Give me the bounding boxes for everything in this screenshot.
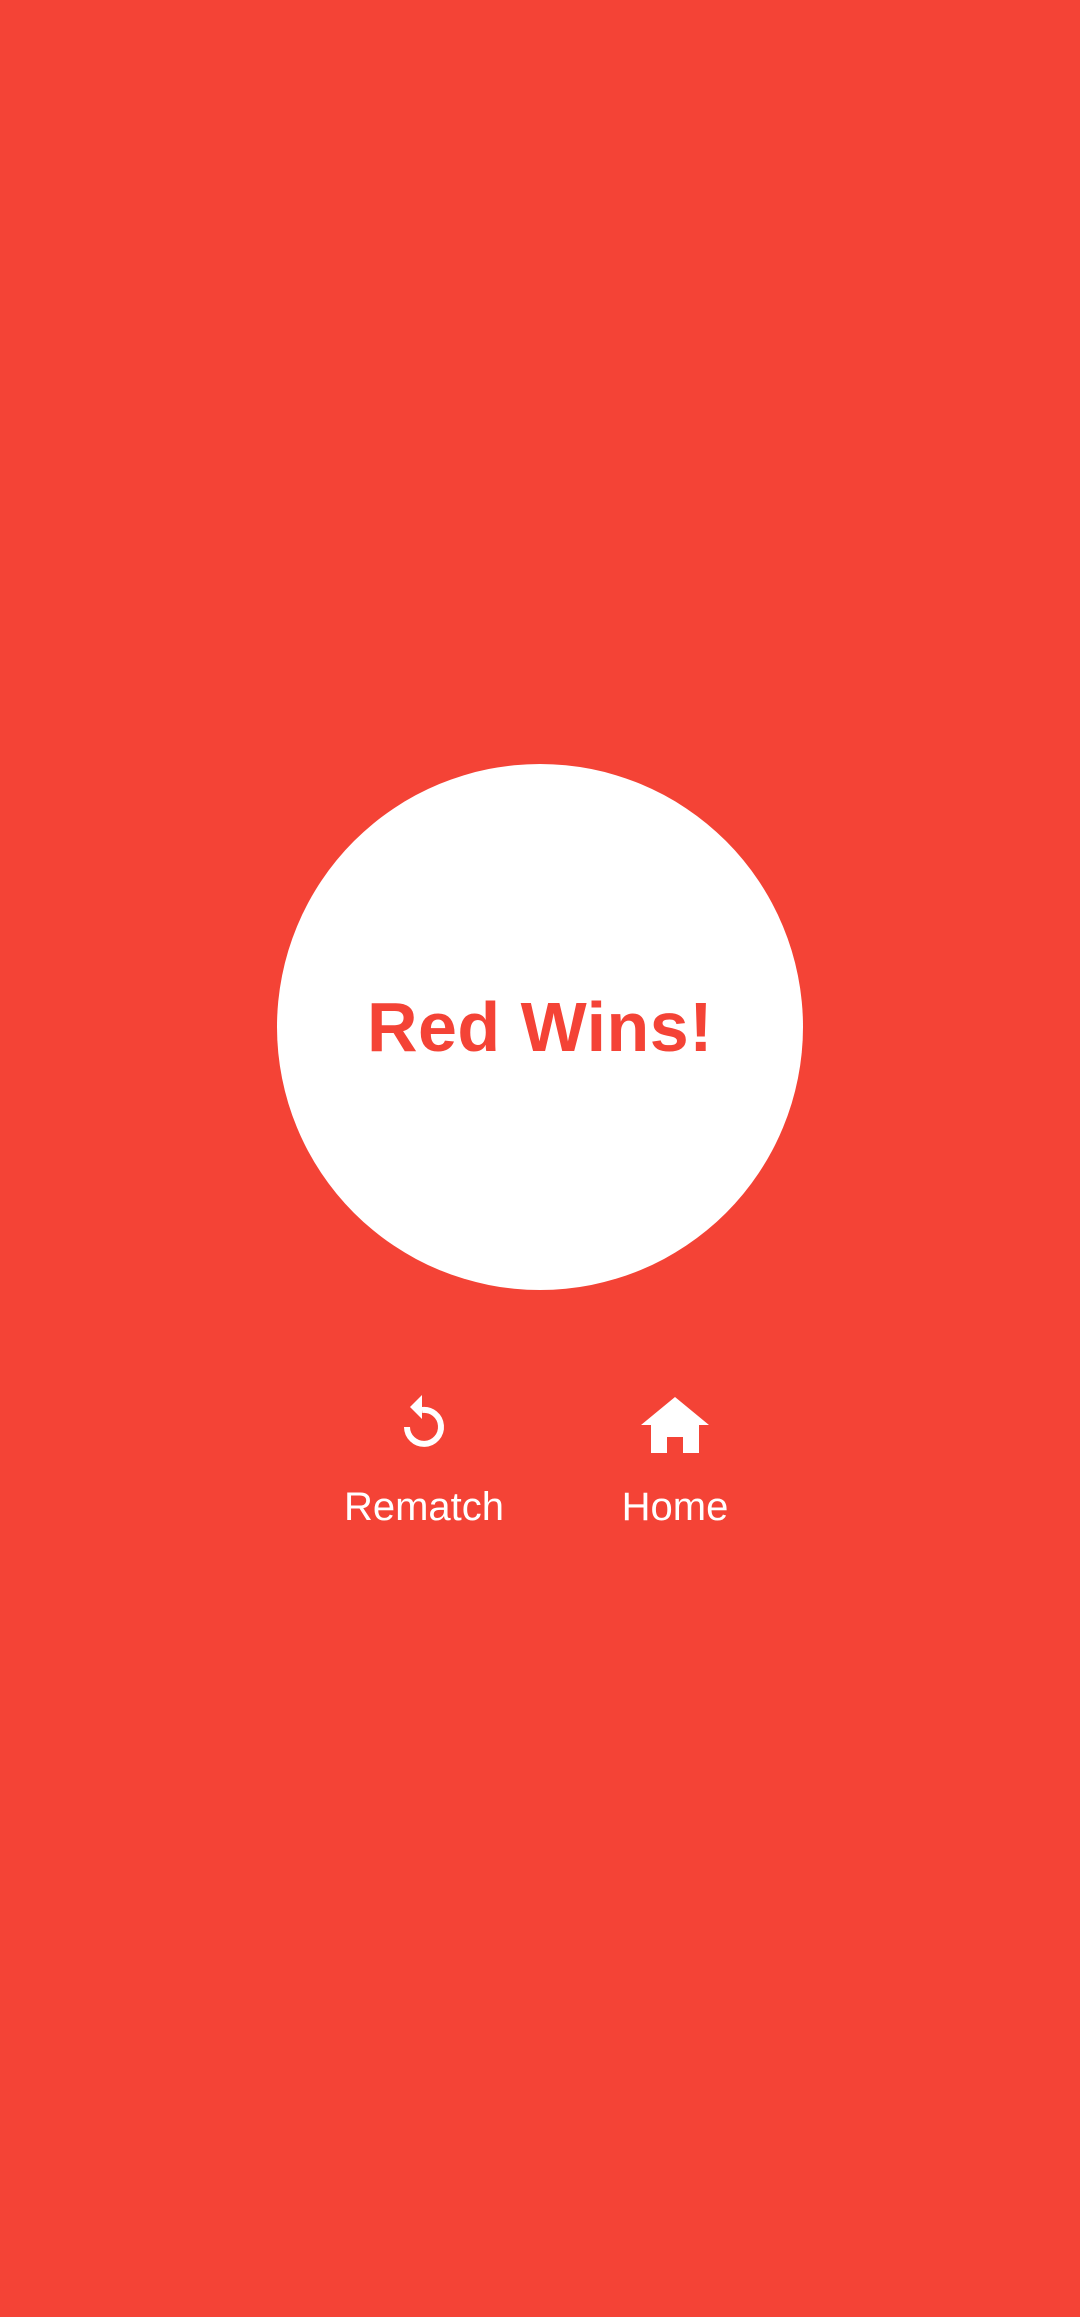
- home-icon: [641, 1397, 709, 1453]
- result-circle: Red Wins!: [277, 764, 803, 1290]
- home-label: Home: [621, 1485, 729, 1529]
- game-over-screen: Red Wins! Rematch Home: [0, 0, 1080, 2317]
- rematch-button[interactable]: Rematch: [324, 1385, 524, 1530]
- restart-icon: [404, 1395, 444, 1447]
- result-title: Red Wins!: [366, 988, 714, 1066]
- home-button[interactable]: Home: [575, 1385, 775, 1530]
- rematch-label: Rematch: [343, 1485, 505, 1529]
